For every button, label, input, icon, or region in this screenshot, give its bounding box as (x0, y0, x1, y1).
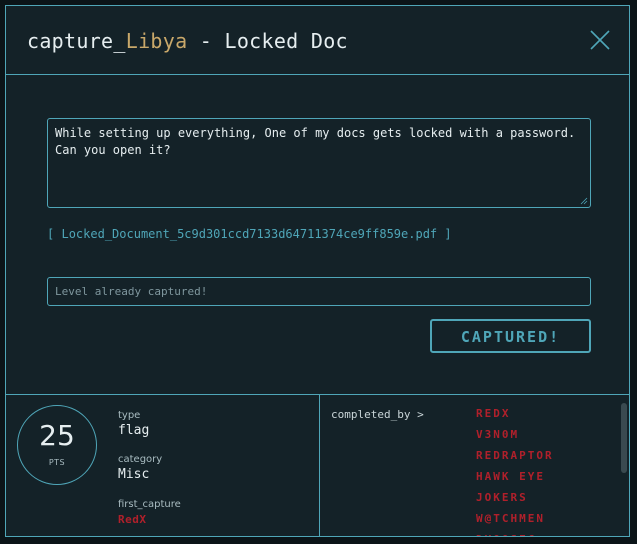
resize-grip-icon[interactable] (580, 197, 588, 205)
attachment-filename: Locked_Document_5c9d301ccd7133d64711374c… (61, 227, 438, 241)
team-name: JOKERS (476, 491, 528, 504)
completed-by-scrollbar[interactable] (621, 403, 627, 531)
category-label: category (118, 454, 163, 465)
team-name: DXOOSEC (476, 529, 616, 536)
points-unit: PTS (48, 458, 66, 467)
close-button[interactable] (588, 28, 612, 52)
close-icon (590, 30, 610, 50)
category-value: Misc (118, 467, 150, 482)
completed-by-label: completed_by > (331, 408, 424, 421)
title-country: Libya (125, 29, 188, 53)
attachment-open-bracket: [ (47, 227, 55, 241)
stats-footer: 25 PTS type flag category Misc first_cap… (6, 394, 629, 536)
modal-header: capture_Libya - Locked Doc (6, 6, 629, 75)
points-value: 25 (39, 419, 75, 452)
attachment-close-bracket: ] (444, 227, 452, 241)
completed-by-list[interactable]: REDX V3N0M REDRAPTOR HAWK EYE JOKERS W@TCHMEN… (476, 403, 616, 536)
challenge-description[interactable]: While setting up everything, One of my d… (47, 118, 591, 208)
team-name: V3N0M (476, 428, 520, 441)
title-prefix: capture_ (27, 29, 126, 53)
points-badge: 25 PTS (17, 405, 97, 485)
team-name: REDX (476, 407, 511, 420)
scrollbar-thumb[interactable] (621, 403, 627, 473)
description-line-1: While setting up everything, One of my d… (55, 126, 576, 140)
description-line-2: Can you open it? (55, 143, 171, 157)
team-name: HAWK EYE (476, 470, 545, 483)
team-name: REDRAPTOR (476, 449, 554, 462)
first-capture-label: first_capture (118, 499, 181, 510)
first-capture-value: RedX (118, 513, 147, 526)
team-name: W@TCHMEN (476, 512, 545, 525)
type-info: type flag (118, 409, 149, 439)
title-suffix: - Locked Doc (187, 29, 348, 53)
challenge-modal: capture_Libya - Locked Doc While setting… (5, 5, 630, 537)
type-label: type (118, 410, 141, 421)
modal-title: capture_Libya - Locked Doc (27, 28, 348, 54)
captured-button[interactable]: CAPTURED! (430, 319, 591, 353)
category-info: category Misc (118, 453, 162, 483)
type-value: flag (118, 423, 150, 438)
flag-input[interactable] (47, 277, 591, 306)
footer-divider (319, 395, 320, 536)
attachment-link[interactable]: [ Locked_Document_5c9d301ccd7133d6471137… (47, 227, 452, 241)
first-capture-info: first_capture RedX (118, 498, 181, 528)
